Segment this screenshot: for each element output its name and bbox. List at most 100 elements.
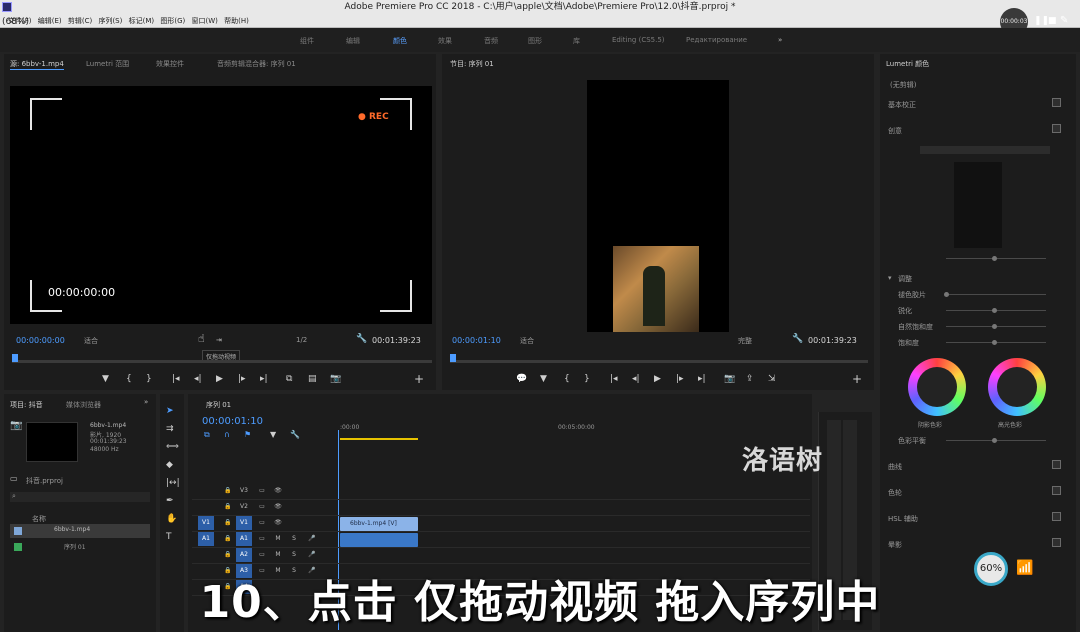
source-video-frame[interactable]: ● REC 00:00:00:00 — [10, 86, 432, 324]
highlight-tint-wheel[interactable] — [988, 358, 1046, 416]
recorder-stop-icon[interactable]: ■ — [1048, 16, 1057, 26]
program-video-frame[interactable] — [587, 80, 729, 332]
tab-lumetri-color[interactable]: Lumetri 颜色 — [886, 59, 929, 69]
program-step-back-icon[interactable]: ◂| — [632, 374, 640, 384]
tab-lumetri-scopes[interactable]: Lumetri 范围 — [86, 59, 129, 69]
audio-clip[interactable] — [340, 533, 418, 547]
sync-icon[interactable]: ▭ — [254, 500, 270, 514]
column-name[interactable]: 名称 — [32, 514, 46, 524]
tab-sequence[interactable]: 序列 01 — [206, 400, 231, 410]
menu-edit[interactable]: 编辑(E) — [38, 17, 62, 25]
program-play-icon[interactable]: ▶ — [654, 374, 661, 384]
section-color-wheels[interactable]: 色轮 — [888, 488, 902, 498]
mark-in-icon[interactable]: { — [126, 374, 132, 384]
overwrite-icon[interactable]: ▤ — [308, 374, 317, 384]
section-hsl[interactable]: HSL 辅助 — [888, 514, 918, 524]
step-forward-icon[interactable]: |▸ — [238, 374, 246, 384]
program-go-to-out-icon[interactable]: ▸| — [698, 374, 706, 384]
source-fit-select[interactable]: 适合 — [84, 336, 98, 346]
program-lift-icon[interactable]: ⇲ — [768, 374, 776, 384]
program-mark-in-icon[interactable]: { — [564, 374, 570, 384]
menu-window[interactable]: 窗口(W) — [191, 17, 217, 25]
adjust-disclosure-icon[interactable]: ▾ — [888, 274, 892, 282]
workspace-editing[interactable]: 编辑 — [346, 36, 360, 46]
section-vignette[interactable]: 晕影 — [888, 540, 902, 550]
selection-tool-icon[interactable]: ➤ — [166, 406, 174, 416]
project-search-input[interactable]: ⌕ — [10, 492, 150, 502]
insert-icon[interactable]: ⧉ — [286, 374, 292, 384]
sync-icon[interactable]: ▭ — [254, 548, 270, 562]
program-step-forward-icon[interactable]: |▸ — [676, 374, 684, 384]
lock-icon[interactable]: 🔒 — [220, 532, 236, 546]
source-scrub-bar[interactable] — [12, 360, 432, 363]
tab-program[interactable]: 节目: 序列 01 — [450, 59, 494, 69]
program-add-button-icon[interactable]: + — [852, 372, 862, 386]
program-current-timecode[interactable]: 00:00:01:10 — [452, 336, 501, 345]
track-select-tool-icon[interactable]: ⇉ — [166, 424, 174, 434]
source-patch-v1[interactable]: V1 — [198, 516, 214, 530]
tab-source[interactable]: 源: 6bbv-1.mp4 — [10, 59, 64, 70]
menu-sequence[interactable]: 序列(S) — [98, 17, 122, 25]
workspace-editing-cs55[interactable]: Editing (CS5.5) — [612, 36, 665, 44]
source-current-timecode[interactable]: 00:00:00:00 — [16, 336, 65, 345]
workspace-color[interactable]: 颜色 — [393, 36, 407, 46]
track-a2-label[interactable]: A2 — [236, 548, 252, 562]
curves-checkbox[interactable] — [1052, 460, 1061, 469]
program-add-marker-icon[interactable]: ▼ — [540, 374, 547, 384]
drag-audio-only-icon[interactable]: ⇥ — [216, 336, 222, 344]
fade-film-knob[interactable] — [944, 292, 949, 297]
creative-checkbox[interactable] — [1052, 124, 1061, 133]
lock-icon[interactable]: 🔒 — [220, 548, 236, 562]
section-creative[interactable]: 创意 — [888, 126, 902, 136]
eye-icon[interactable]: 👁 — [270, 484, 286, 498]
source-resolution-select[interactable]: 1/2 — [296, 336, 307, 344]
program-scrub-bar[interactable] — [450, 360, 868, 363]
track-v1-label[interactable]: V1 — [236, 516, 252, 530]
menu-help[interactable]: 帮助(H) — [224, 17, 249, 25]
lock-icon[interactable]: 🔒 — [220, 500, 236, 514]
color-wheels-checkbox[interactable] — [1052, 486, 1061, 495]
mark-out-icon[interactable]: } — [146, 374, 152, 384]
basic-correction-checkbox[interactable] — [1052, 98, 1061, 107]
mic-icon[interactable]: 🎤 — [304, 532, 320, 546]
workspace-graphics[interactable]: 图形 — [528, 36, 542, 46]
source-add-button-icon[interactable]: + — [414, 372, 424, 386]
fade-film-slider[interactable] — [946, 294, 1046, 295]
razor-tool-icon[interactable]: ◆ — [166, 460, 173, 470]
program-go-to-in-icon[interactable]: |◂ — [610, 374, 618, 384]
tab-audio-clip-mixer[interactable]: 音频剪辑混合器: 序列 01 — [217, 59, 296, 69]
menu-marker[interactable]: 标记(M) — [129, 17, 155, 25]
solo-icon[interactable]: S — [286, 532, 302, 546]
look-preview[interactable] — [954, 162, 1002, 248]
section-basic-correction[interactable]: 基本校正 — [888, 100, 916, 110]
export-frame-icon[interactable]: 📷 — [330, 374, 341, 384]
workspace-assembly[interactable]: 组件 — [300, 36, 314, 46]
step-back-icon[interactable]: ◂| — [194, 374, 202, 384]
video-clip[interactable]: 6bbv-1.mp4 [V] — [340, 517, 418, 531]
hsl-checkbox[interactable] — [1052, 512, 1061, 521]
menu-graphics[interactable]: 图形(G) — [160, 17, 185, 25]
nest-sequence-icon[interactable]: ⧉ — [204, 430, 210, 440]
timeline-settings-wrench-icon[interactable]: 🔧 — [290, 430, 300, 439]
tab-project[interactable]: 项目: 抖音 — [10, 400, 43, 410]
lumetri-clip-select[interactable]: (无剪辑) — [890, 80, 916, 90]
linked-selection-icon[interactable]: ⚑ — [244, 430, 251, 439]
section-curves[interactable]: 曲线 — [888, 462, 902, 472]
program-playhead[interactable] — [450, 354, 456, 362]
drag-video-only-icon[interactable]: ☝ — [198, 332, 205, 345]
add-marker-icon[interactable]: ▼ — [102, 374, 109, 384]
sync-icon[interactable]: ▭ — [254, 516, 270, 530]
program-export-icon[interactable]: ⇪ — [746, 374, 754, 384]
vignette-checkbox[interactable] — [1052, 538, 1061, 547]
pen-tool-icon[interactable]: ✒ — [166, 496, 174, 506]
intensity-knob[interactable] — [992, 256, 997, 261]
solo-icon[interactable]: S — [286, 548, 302, 562]
eye-icon[interactable]: 👁 — [270, 516, 286, 530]
program-quality-select[interactable]: 完整 — [738, 336, 752, 346]
sync-icon[interactable]: ▭ — [254, 484, 270, 498]
slip-tool-icon[interactable]: |↔| — [166, 478, 180, 488]
source-playhead[interactable] — [12, 354, 18, 362]
type-tool-icon[interactable]: T — [166, 532, 172, 542]
eye-icon[interactable]: 👁 — [270, 500, 286, 514]
workspace-libraries[interactable]: 库 — [573, 36, 580, 46]
